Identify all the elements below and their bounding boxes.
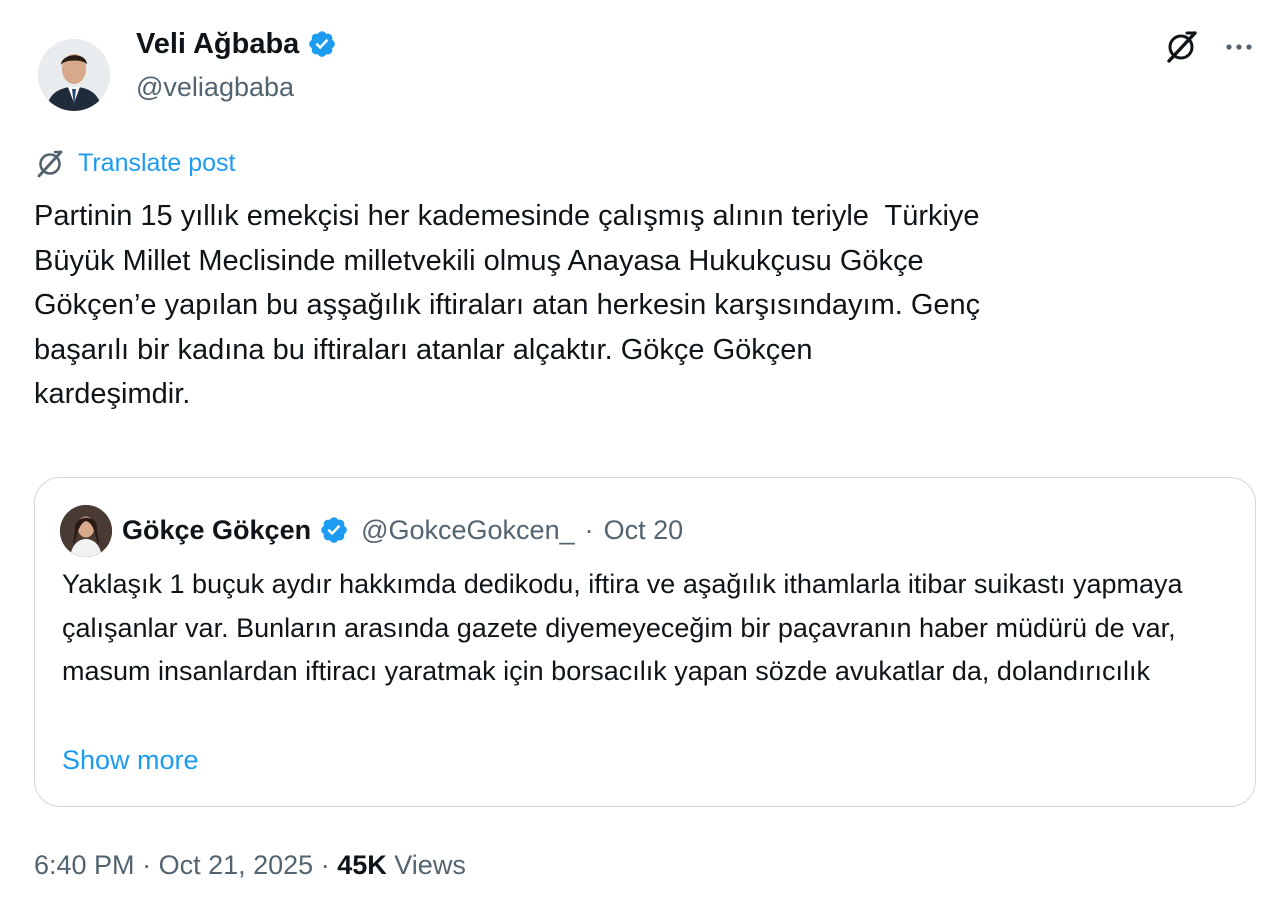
post-date[interactable]: Oct 21, 2025 — [159, 850, 314, 880]
post-text: Partinin 15 yıllık emekçisi her kademesi… — [34, 200, 981, 410]
author-name-row[interactable]: Veli Ağbaba — [136, 24, 337, 64]
quoted-author-handle: @GokceGokcen_ — [361, 515, 575, 545]
post-time[interactable]: 6:40 PM — [34, 850, 135, 880]
footer-separator: · — [142, 850, 152, 880]
quoted-post-date[interactable]: Oct 20 — [604, 510, 684, 550]
more-options-icon[interactable] — [1222, 30, 1256, 64]
translate-post-link[interactable]: Translate post — [34, 146, 235, 180]
show-more-link[interactable]: Show more — [62, 739, 199, 781]
views-label: Views — [394, 850, 466, 880]
quoted-author-avatar[interactable] — [60, 505, 112, 557]
verified-badge-icon — [309, 31, 336, 57]
grok-icon[interactable] — [1162, 28, 1200, 66]
author-avatar-image — [38, 39, 110, 111]
author-name[interactable]: Veli Ağbaba — [136, 24, 299, 64]
quoted-author-name[interactable]: Gökçe Gökçen — [122, 510, 311, 550]
author-avatar[interactable] — [38, 39, 110, 111]
translate-icon — [37, 150, 63, 178]
verified-badge-icon — [321, 517, 347, 543]
quoted-meta-separator: · — [584, 515, 594, 545]
quoted-avatar-image — [60, 505, 112, 557]
translate-post-label[interactable]: Translate post — [78, 146, 235, 180]
quoted-post-header: Gökçe Gökçen @GokceGokcen_ · Oct 20 — [122, 510, 683, 550]
footer-separator: · — [320, 850, 330, 880]
quoted-post-text: Yaklaşık 1 buçuk aydır hakkımda dedikodu… — [62, 569, 1183, 686]
post-metadata: 6:40 PM · Oct 21, 2025 · 45K Views — [34, 845, 466, 885]
author-handle[interactable]: @veliagbaba — [136, 68, 294, 106]
views-count: 45K — [337, 850, 387, 880]
